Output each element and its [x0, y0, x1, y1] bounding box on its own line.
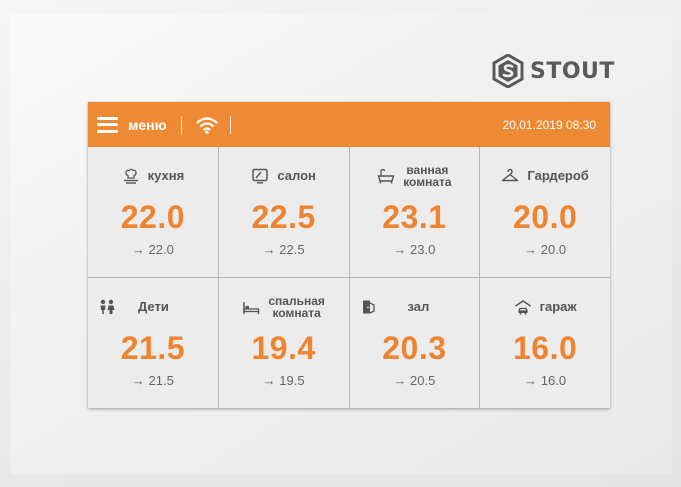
zone-setpoint: → 23.0	[393, 242, 436, 257]
date-time: 20.01.2019 08:30	[502, 117, 596, 132]
zone-name: кухня	[147, 168, 185, 183]
zone-name-line: зал	[407, 299, 430, 314]
zone-setpoint: → 22.5	[262, 242, 305, 257]
zone-header: спальная комната	[219, 292, 349, 322]
zone-header: гараж	[480, 292, 610, 322]
zone-setpoint: → 16.0	[524, 373, 567, 388]
zone-temperature: 20.0	[512, 199, 578, 235]
zone-name: зал	[407, 299, 430, 314]
stout-logo-icon	[492, 54, 524, 88]
divider	[229, 115, 231, 134]
zone-setpoint: → 21.5	[131, 373, 174, 388]
zone-tile-garage[interactable]: гараж 16.0 → 16.0	[480, 278, 610, 408]
zone-header: ванная комната	[350, 161, 480, 191]
zone-name: Гардероб	[527, 168, 589, 183]
zone-tile-hall[interactable]: зал 20.3 → 20.5	[349, 278, 480, 408]
zone-name: спальная комната	[268, 295, 325, 319]
garage-icon	[514, 300, 531, 315]
zone-name-line: салон	[277, 168, 316, 183]
zone-setpoint: → 22.0	[131, 242, 174, 257]
zone-header: Дети	[88, 292, 218, 322]
zone-name-line: кухня	[147, 168, 185, 183]
zone-tile-wardrobe[interactable]: Гардероб 20.0 → 20.0	[480, 147, 610, 277]
zone-header: зал	[350, 292, 480, 322]
zone-name: ванная комната	[403, 164, 451, 188]
door-icon	[362, 300, 375, 314]
children-icon	[100, 299, 115, 314]
menu-button[interactable]: меню	[88, 102, 167, 147]
divider	[180, 115, 182, 134]
zone-name: гараж	[539, 299, 577, 314]
zone-tile-children[interactable]: Дети 21.5 → 21.5	[88, 278, 218, 408]
kitchen-icon	[123, 168, 138, 184]
bed-icon	[243, 302, 260, 314]
zone-tile-salon[interactable]: салон 22.5 → 22.5	[218, 147, 349, 277]
menu-label: меню	[128, 116, 167, 133]
hamburger-icon	[97, 116, 118, 133]
bathtub-icon	[377, 168, 395, 184]
zone-setpoint: → 19.5	[262, 373, 305, 388]
hanger-icon	[502, 168, 519, 182]
zone-tile-bedroom[interactable]: спальная комната 19.4 → 19.5	[218, 278, 349, 408]
zone-temperature: 19.4	[251, 330, 316, 366]
zone-name-line: комната	[403, 175, 452, 189]
zone-temperature: 16.0	[512, 330, 578, 366]
zone-temperature: 21.5	[120, 330, 186, 366]
zone-name-line: Гардероб	[527, 168, 589, 183]
zone-name: салон	[277, 168, 316, 183]
zone-tile-bathroom[interactable]: ванная комната 23.1 → 23.0	[349, 147, 480, 277]
zone-temperature: 22.0	[120, 199, 186, 235]
tv-icon	[252, 168, 269, 184]
zone-temperature: 22.5	[251, 199, 316, 235]
zone-name-line: гараж	[539, 299, 577, 314]
zone-temperature: 23.1	[382, 199, 447, 235]
top-bar: меню 20.01.2019 08:30	[88, 102, 610, 147]
zone-header: салон	[219, 161, 349, 191]
zone-name-line: комната	[272, 306, 321, 320]
zone-header: кухня	[88, 161, 218, 191]
zones-grid: кухня 22.0 → 22.0 салон 22.5 → 22.5 ванн…	[88, 147, 610, 408]
zone-setpoint: → 20.0	[524, 242, 567, 257]
zone-setpoint: → 20.5	[393, 373, 436, 388]
wifi-icon[interactable]	[195, 116, 218, 134]
zone-header: Гардероб	[480, 161, 610, 191]
brand-logo: STOUT	[492, 54, 615, 88]
zone-name-line: Дети	[138, 299, 169, 314]
touch-screen: меню 20.01.2019 08:30 кухня 22.0 → 22.0	[88, 102, 610, 408]
zone-tile-kitchen[interactable]: кухня 22.0 → 22.0	[88, 147, 218, 277]
zone-temperature: 20.3	[382, 330, 447, 366]
brand-name: STOUT	[530, 58, 615, 84]
zone-name: Дети	[138, 299, 169, 314]
